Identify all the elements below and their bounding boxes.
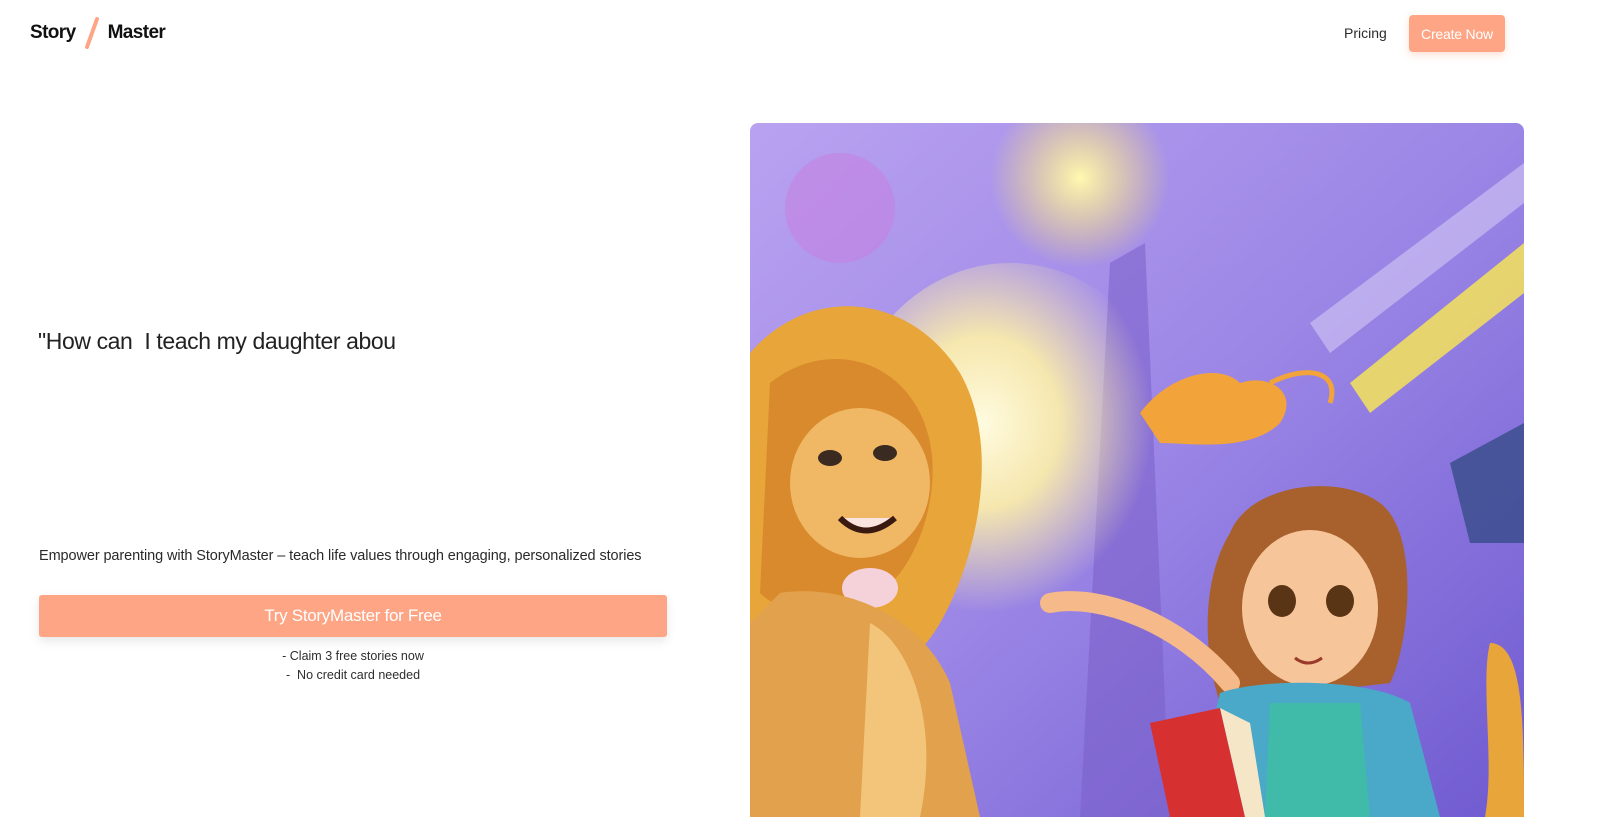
logo-slash-icon xyxy=(84,17,99,49)
note-no-credit-card: - No credit card needed xyxy=(285,668,421,682)
hero-illustration xyxy=(750,123,1524,817)
nav-link-pricing[interactable]: Pricing xyxy=(1344,25,1387,41)
illustration-lion-and-girl-icon xyxy=(750,123,1524,817)
hero-subtitle: Empower parenting with StoryMaster – tea… xyxy=(39,548,642,564)
cta-notes: - Claim 3 free stories now - No credit c… xyxy=(39,647,667,685)
logo-word-master: Master xyxy=(107,22,166,43)
logo-word-story: Story xyxy=(30,22,76,43)
note-free-stories: - Claim 3 free stories now xyxy=(282,649,424,663)
storymaster-logo[interactable]: Story Master xyxy=(30,17,166,49)
create-now-button[interactable]: Create Now xyxy=(1409,15,1505,52)
hero-headline: "How can I teach my daughter abou xyxy=(38,328,396,354)
try-free-button[interactable]: Try StoryMaster for Free xyxy=(39,595,667,637)
